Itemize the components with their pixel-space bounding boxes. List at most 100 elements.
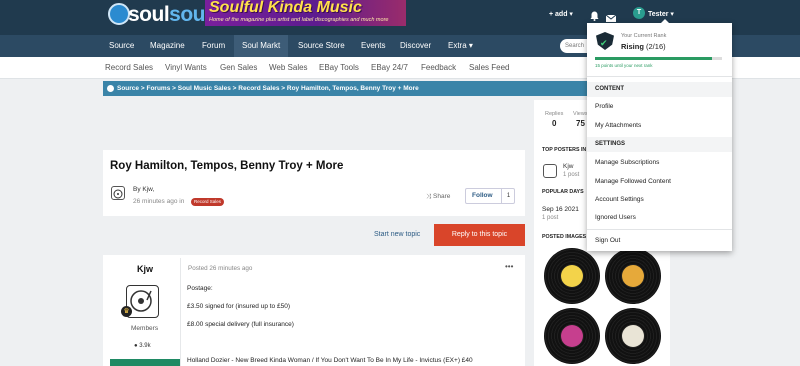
nav-item-soul-markt[interactable]: Soul Markt	[234, 35, 289, 57]
nav-item-extra[interactable]: Extra ▾	[440, 35, 481, 57]
bell-icon[interactable]	[590, 8, 599, 21]
rank-name: Rising (2/16)	[621, 42, 666, 51]
post-author[interactable]: Kjw	[137, 264, 153, 274]
subnav-vinyl-wants[interactable]: Vinyl Wants	[165, 57, 207, 79]
rank-progress-fill	[595, 57, 712, 60]
banner-title: Soulful Kinda Music	[209, 0, 362, 16]
nav-item-magazine[interactable]: Magazine	[142, 35, 193, 57]
subnav-sales-feed[interactable]: Sales Feed	[469, 57, 509, 79]
menu-item-attachments[interactable]: My Attachments	[595, 122, 641, 129]
subnav-feedback[interactable]: Feedback	[421, 57, 456, 79]
top-poster-avatar[interactable]	[543, 164, 557, 178]
message-button[interactable]	[110, 359, 180, 366]
record-thumbnail[interactable]	[605, 248, 661, 304]
popular-day-count: 1 post	[542, 215, 559, 221]
author-avatar[interactable]	[111, 186, 125, 200]
follow-label: Follow	[472, 192, 493, 199]
record-thumbnail[interactable]	[544, 248, 600, 304]
user-avatar[interactable]: T	[633, 7, 645, 19]
user-menu-toggle[interactable]: Tester ▾	[648, 10, 674, 18]
share-icon: ⤨	[426, 193, 432, 200]
rank-progress-text: (2/16)	[646, 42, 666, 51]
search-input[interactable]: Search	[560, 39, 590, 53]
divider	[587, 229, 732, 230]
nav-item-source[interactable]: Source	[101, 35, 142, 57]
logo-prefix: soul	[128, 3, 170, 26]
top-poster-count: 1 post	[563, 172, 580, 178]
menu-item-ignored-users[interactable]: Ignored Users	[595, 214, 636, 221]
share-button[interactable]: ⤨ Share	[426, 193, 450, 201]
record-thumbnail[interactable]	[605, 308, 661, 364]
post-divider	[180, 258, 181, 366]
rank-caption: Your Current Rank	[621, 33, 667, 39]
breadcrumb-2[interactable]: Soul Music Sales	[178, 85, 231, 92]
posted-images-heading: POSTED IMAGES	[542, 234, 587, 240]
rank-note: 15 points until your next rank	[595, 63, 653, 68]
menu-item-sign-out[interactable]: Sign Out	[595, 237, 620, 244]
nav-item-forum[interactable]: Forum	[194, 35, 233, 57]
content-heading: CONTENT	[595, 86, 624, 92]
post-time: Posted 26 minutes ago	[188, 265, 253, 272]
rank-progress-bar	[595, 57, 722, 60]
menu-item-profile[interactable]: Profile	[595, 103, 613, 110]
post	[103, 255, 525, 366]
status-badge[interactable]: Record Sales	[191, 198, 225, 206]
post-options-icon[interactable]: •••	[505, 262, 513, 271]
rank-title: Rising	[621, 42, 644, 51]
record-label	[561, 325, 583, 347]
rank-icon: ♛	[121, 306, 132, 317]
divider	[587, 76, 732, 77]
topic-time: 26 minutes ago in	[133, 198, 185, 205]
post-line: Holland Dozier - New Breed Kinda Woman /…	[187, 357, 473, 364]
home-icon	[107, 85, 114, 92]
post-role: Members	[131, 325, 159, 332]
nav-item-events[interactable]: Events	[353, 35, 393, 57]
reputation-value: 3.9k	[139, 343, 151, 349]
reply-button[interactable]: Reply to this topic	[434, 224, 525, 246]
record-label	[622, 265, 644, 287]
start-topic-link[interactable]: Start new topic	[374, 231, 420, 238]
ad-banner[interactable]: Soulful Kinda Music Home of the magazine…	[205, 0, 406, 26]
follow-button[interactable]: Follow 1	[465, 188, 515, 204]
post-line: Postage:	[187, 285, 213, 292]
comment-icon: ●	[134, 343, 138, 349]
add-button[interactable]: + add ▾	[549, 10, 573, 18]
subnav-gen-sales[interactable]: Gen Sales	[220, 57, 257, 79]
follow-count: 1	[501, 189, 515, 203]
breadcrumb-0[interactable]: Source	[117, 85, 139, 92]
share-label: Share	[433, 193, 451, 200]
settings-heading: SETTINGS	[595, 141, 626, 147]
record-thumbnail[interactable]	[544, 308, 600, 364]
nav-item-source-store[interactable]: Source Store	[290, 35, 353, 57]
dropdown-caret	[660, 19, 670, 24]
record-label	[561, 265, 583, 287]
breadcrumb-3[interactable]: Record Sales	[238, 85, 279, 92]
reputation: ● 3.9k	[134, 343, 151, 349]
menu-item-followed-content[interactable]: Manage Followed Content	[595, 178, 671, 185]
subnav-ebay-247[interactable]: EBay 24/7	[371, 57, 408, 79]
check-icon: ✔	[600, 38, 608, 48]
menu-item-account-settings[interactable]: Account Settings	[595, 196, 644, 203]
replies-label: Replies	[545, 111, 564, 117]
popular-day-date[interactable]: Sep 16 2021	[542, 206, 579, 213]
popular-days-heading: POPULAR DAYS	[542, 189, 584, 195]
subnav-ebay-tools[interactable]: EBay Tools	[319, 57, 359, 79]
post-line: £8.00 special delivery (full insurance)	[187, 321, 294, 328]
page-title: Roy Hamilton, Tempos, Benny Troy + More	[110, 160, 344, 172]
mail-icon[interactable]	[605, 9, 617, 22]
subnav-record-sales[interactable]: Record Sales	[105, 57, 153, 79]
breadcrumb-4: Roy Hamilton, Tempos, Benny Troy + More	[286, 85, 419, 92]
views-label: Views	[573, 111, 588, 117]
top-poster-name[interactable]: Kjw	[563, 163, 573, 170]
nav-item-discover[interactable]: Discover	[392, 35, 439, 57]
breadcrumb: Source > Forums > Soul Music Sales > Rec…	[103, 81, 670, 96]
topic-author[interactable]: By Kjw,	[133, 186, 154, 193]
menu-item-subscriptions[interactable]: Manage Subscriptions	[595, 159, 659, 166]
logo-icon[interactable]	[108, 3, 130, 25]
subnav-web-sales[interactable]: Web Sales	[269, 57, 308, 79]
record-label	[622, 325, 644, 347]
banner-subtitle: Home of the magazine plus artist and lab…	[209, 17, 389, 23]
breadcrumb-1[interactable]: Forums	[146, 85, 170, 92]
post-line: £3.50 signed for (insured up to £50)	[187, 303, 290, 310]
views-count: 75	[576, 119, 585, 128]
